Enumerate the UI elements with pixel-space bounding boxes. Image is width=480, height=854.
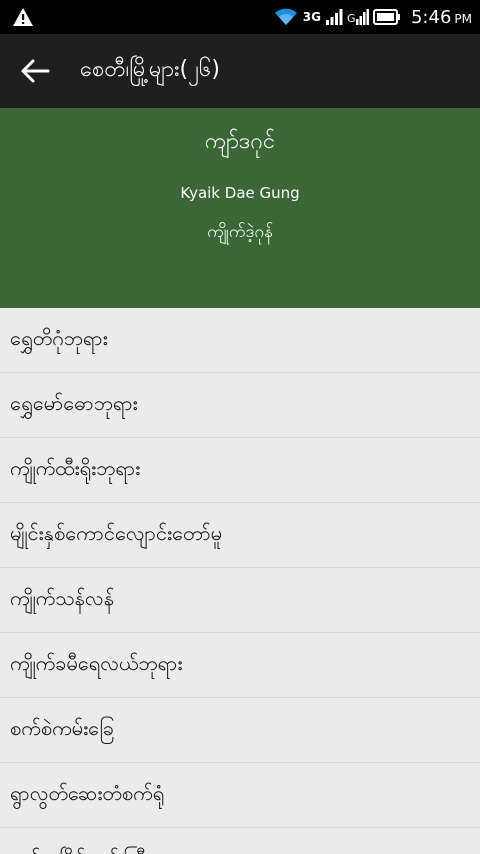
place-list: ရွှေတိဂုံဘုရား ရွှေမော်ဓောဘုရား ကျိုက်ထီ…	[0, 308, 480, 854]
battery-icon	[372, 9, 400, 25]
header-title: ကျာ်ဒဂုင်	[204, 129, 276, 154]
warning-icon	[13, 8, 33, 26]
status-indicators: 3G G 5:46 PM	[273, 5, 472, 29]
list-item[interactable]: ရွာလွတ်ဆေးတံစက်ရုံ	[0, 763, 480, 828]
list-item[interactable]: ကျိုက်သန်လန်	[0, 568, 480, 633]
app-bar: စေတီ၊မြို့များ(၂၆)	[0, 34, 480, 108]
header-title-english: Kyaik Dae Gung	[180, 184, 300, 202]
status-ampm: PM	[454, 11, 472, 26]
list-item[interactable]: ရွှေတိဂုံဘုရား	[0, 308, 480, 373]
list-item[interactable]: မျိုင်းနှစ်ကောင်လျောင်းတော်မူ	[0, 503, 480, 568]
signal-icon	[325, 9, 343, 25]
header-subtitle: ကျိုက်ဒဲ့ဂုန်	[207, 222, 273, 242]
arrow-left-icon[interactable]	[20, 58, 50, 84]
header-banner: ကျာ်ဒဂုင် Kyaik Dae Gung ကျိုက်ဒဲ့ဂုန်	[0, 108, 480, 308]
page-title: စေတီ၊မြို့များ(၂၆)	[80, 57, 220, 82]
list-item[interactable]: ရွှေမော်ဓောဘုရား	[0, 373, 480, 438]
svg-text:G: G	[347, 12, 356, 25]
network-type-label: 3G	[302, 10, 321, 24]
list-item[interactable]: မော်လမြိုင်ကျွန်းကြီး	[0, 828, 480, 854]
list-item[interactable]: ကျိုက်ထီးရိုးဘုရား	[0, 438, 480, 503]
signal-icon: G	[347, 9, 369, 25]
status-time: 5:46 PM	[410, 6, 472, 28]
status-bar: 3G G 5:46 PM	[0, 0, 480, 34]
list-item[interactable]: ကျိုက်ခမီရေလယ်ဘုရား	[0, 633, 480, 698]
wifi-icon	[274, 8, 297, 25]
list-item[interactable]: စက်စဲကမ်းခြေ	[0, 698, 480, 763]
